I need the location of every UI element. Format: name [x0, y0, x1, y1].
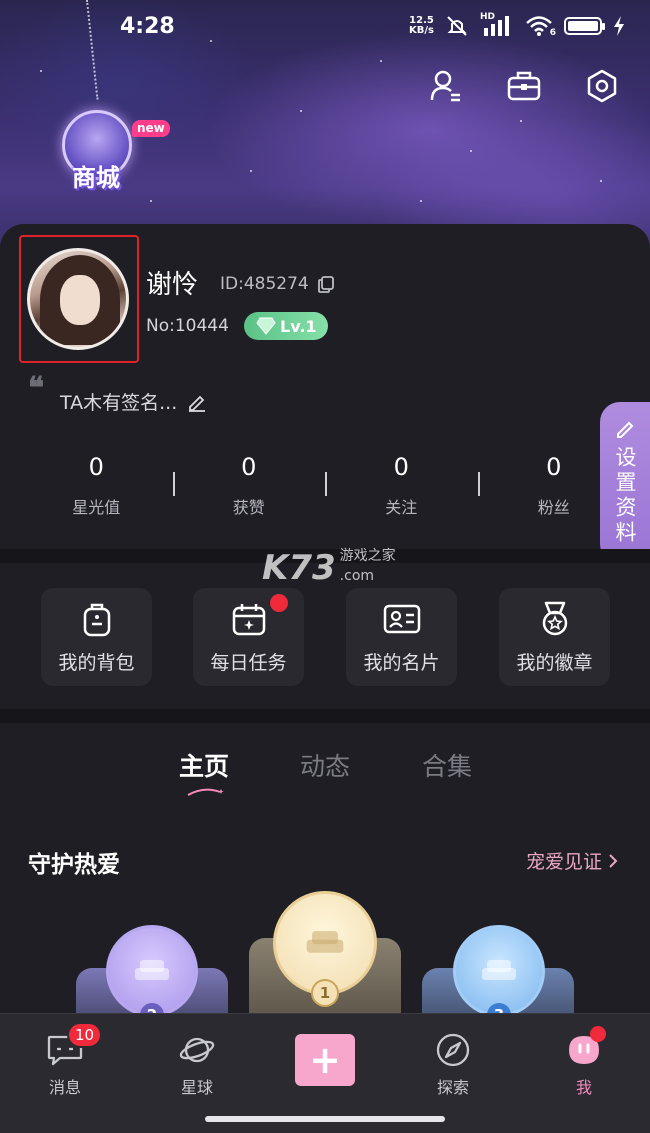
- home-indicator[interactable]: [205, 1116, 445, 1122]
- new-badge: new: [132, 120, 170, 137]
- shop-button[interactable]: 商城 new: [56, 110, 170, 200]
- briefcase-icon[interactable]: [504, 66, 544, 106]
- nav-planet[interactable]: 星球: [157, 1030, 237, 1098]
- stat-likes[interactable]: 0 获赞: [172, 452, 326, 518]
- nav-label: 消息: [48, 1078, 81, 1097]
- watermark-small-top: 游戏之家: [339, 548, 396, 564]
- rank-badge-first: 1: [311, 979, 339, 1007]
- stat-value: 0: [241, 453, 257, 481]
- wifi-icon: 6: [524, 16, 556, 38]
- section-divider: [0, 709, 650, 723]
- bottom-nav: 消息 10 星球 + 探索 我: [0, 1013, 650, 1133]
- notification-dot: [590, 1026, 606, 1042]
- nav-label: 探索: [436, 1078, 469, 1097]
- tab-moments[interactable]: 动态: [300, 747, 350, 783]
- user-switch-icon[interactable]: [426, 66, 466, 106]
- quote-icon: ❝: [28, 371, 45, 406]
- user-number: No:10444: [146, 316, 229, 336]
- header-actions: [426, 66, 622, 106]
- action-label: 每日任务: [210, 652, 287, 674]
- shop-label: 商城: [72, 164, 120, 192]
- avatar-highlight-box[interactable]: [19, 235, 139, 363]
- guard-section-title: 守护热爱: [28, 852, 120, 878]
- message-count-badge: 10: [67, 1022, 103, 1048]
- chevron-right-icon: [609, 853, 618, 868]
- stat-value: 0: [88, 453, 104, 481]
- backpack-icon: [83, 603, 110, 637]
- username: 谢怜: [146, 270, 199, 300]
- signal-tag: HD: [480, 12, 496, 22]
- medal-icon: [542, 601, 567, 636]
- action-backpack[interactable]: 我的背包: [41, 588, 152, 686]
- action-badges[interactable]: 我的徽章: [499, 588, 610, 686]
- compass-icon: [436, 1033, 470, 1067]
- signature[interactable]: TA木有签名...: [60, 388, 207, 415]
- user-id-text: ID:485274: [220, 274, 309, 294]
- status-bar: 4:28 12.5 KB/s HD 6: [0, 0, 650, 56]
- level-text: Lv.1: [280, 316, 317, 336]
- net-speed: 12.5 KB/s: [409, 16, 434, 36]
- status-time: 4:28: [120, 14, 175, 39]
- pet-proof-link[interactable]: 宠爱见证: [526, 847, 618, 874]
- signal-icon: HD: [480, 12, 514, 36]
- notification-dot: [270, 594, 288, 612]
- diamond-icon: [256, 317, 276, 335]
- profile-content: 主页 动态 合集 守护热爱 宠爱见证 2 1 3: [0, 723, 650, 1027]
- nav-me[interactable]: 我: [544, 1026, 624, 1098]
- planet-icon: [179, 1037, 215, 1063]
- sofa-icon: [306, 931, 344, 953]
- charging-icon: [612, 16, 626, 36]
- create-post-button[interactable]: +: [295, 1034, 355, 1086]
- stat-label: 星光值: [72, 498, 121, 517]
- watermark-small-bottom: .com: [339, 568, 375, 584]
- mute-icon: [444, 16, 470, 36]
- sofa-icon: [135, 960, 169, 980]
- status-icons: 12.5 KB/s HD 6: [409, 12, 626, 38]
- net-speed-unit: KB/s: [409, 25, 434, 36]
- edit-profile-label: 设置资料: [613, 446, 637, 546]
- nav-label: 星球: [180, 1078, 213, 1097]
- stat-following[interactable]: 0 关注: [325, 452, 478, 518]
- nav-messages[interactable]: 消息 10: [25, 1022, 105, 1098]
- watermark-small: 游戏之家 .com: [340, 548, 396, 588]
- action-label: 我的徽章: [516, 652, 593, 674]
- stats-row: 0 星光值 0 获赞 0 关注 0 粉丝: [20, 452, 630, 518]
- edit-pencil-icon[interactable]: [187, 392, 207, 412]
- active-tab-indicator: [187, 788, 224, 796]
- level-badge[interactable]: Lv.1: [244, 312, 328, 340]
- stat-label: 关注: [385, 498, 418, 517]
- battery-icon: [564, 17, 605, 35]
- watermark-big: K73: [262, 548, 336, 588]
- stat-value: 0: [393, 453, 409, 481]
- tab-home[interactable]: 主页: [179, 747, 229, 783]
- calendar-task-icon: [232, 604, 265, 636]
- edit-pencil-icon: [617, 421, 634, 438]
- id-card-icon: [383, 604, 420, 634]
- action-business-card[interactable]: 我的名片: [346, 588, 457, 686]
- avatar[interactable]: [27, 248, 129, 350]
- nav-label: 我: [575, 1078, 592, 1097]
- tab-collection[interactable]: 合集: [422, 747, 472, 783]
- user-id: ID:485274: [220, 274, 335, 294]
- action-label: 我的背包: [58, 652, 135, 674]
- site-watermark: K73 游戏之家 .com: [262, 548, 396, 588]
- action-label: 我的名片: [363, 652, 440, 674]
- stat-label: 获赞: [232, 498, 265, 517]
- signature-text: TA木有签名...: [60, 392, 178, 414]
- pet-proof-label: 宠爱见证: [525, 851, 602, 873]
- nav-explore[interactable]: 探索: [413, 1030, 493, 1098]
- edit-profile-side-tab[interactable]: 设置资料: [600, 402, 650, 564]
- stat-starlight[interactable]: 0 星光值: [20, 452, 173, 518]
- profile-card: 谢怜 ID:485274 No:10444 Lv.1 ❝ TA木有签名... 0…: [0, 224, 650, 549]
- wifi-tag: 6: [549, 28, 556, 38]
- action-daily-task[interactable]: 每日任务: [193, 588, 304, 686]
- sofa-icon: [482, 960, 516, 980]
- copy-icon[interactable]: [317, 275, 335, 293]
- settings-hexagon-icon[interactable]: [582, 66, 622, 106]
